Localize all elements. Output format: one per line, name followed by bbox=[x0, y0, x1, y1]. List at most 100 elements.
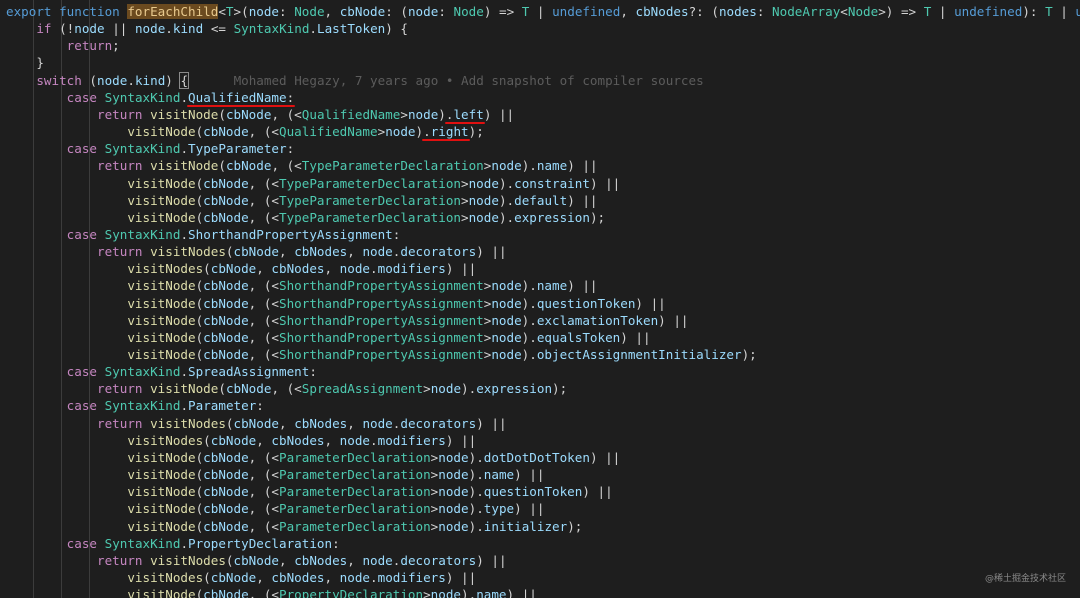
code-line[interactable]: return visitNodes(cbNode, cbNodes, node.… bbox=[6, 552, 507, 569]
code-token: visitNodes bbox=[127, 569, 204, 585]
code-token: , (< bbox=[248, 329, 280, 345]
code-token: ShorthandPropertyAssignment bbox=[279, 347, 484, 362]
code-line[interactable]: visitNode(cbNode, (<ShorthandPropertyAss… bbox=[6, 277, 597, 294]
code-token: Node bbox=[453, 4, 484, 19]
code-token: ) bbox=[165, 72, 181, 88]
code-line[interactable]: visitNodes(cbNode, cbNodes, node.modifie… bbox=[6, 260, 476, 277]
code-line[interactable]: visitNode(cbNode, (<TypeParameterDeclara… bbox=[6, 209, 605, 226]
code-line[interactable]: return visitNode(cbNode, (<QualifiedName… bbox=[6, 106, 514, 123]
code-token: . bbox=[127, 72, 135, 88]
code-line[interactable]: export function forEachChild<T>(node: No… bbox=[6, 3, 1080, 20]
code-token: | bbox=[529, 4, 553, 19]
code-token: ) || bbox=[514, 501, 545, 517]
code-token: ). bbox=[521, 158, 537, 174]
code-line[interactable]: case SyntaxKind.QualifiedName: bbox=[6, 89, 295, 106]
code-token: . bbox=[180, 535, 189, 551]
code-line[interactable]: case SyntaxKind.SpreadAssignment: bbox=[6, 363, 317, 380]
code-token: : bbox=[286, 141, 295, 157]
code-token: expression bbox=[514, 209, 590, 225]
code-token: ( bbox=[218, 381, 226, 397]
code-line[interactable]: case SyntaxKind.Parameter: bbox=[6, 397, 264, 414]
code-line[interactable]: visitNode(cbNode, (<ShorthandPropertyAss… bbox=[6, 329, 650, 346]
code-token: initializer bbox=[483, 518, 568, 534]
code-line[interactable]: visitNode(cbNode, (<TypeParameterDeclara… bbox=[6, 175, 620, 192]
code-token: ) || bbox=[514, 467, 545, 483]
code-token: SyntaxKind bbox=[104, 89, 181, 105]
code-line[interactable]: visitNode(cbNode, (<QualifiedName>node).… bbox=[6, 123, 483, 140]
code-token: visitNodes bbox=[127, 261, 204, 277]
code-token: node bbox=[74, 21, 105, 37]
code-token: node bbox=[438, 518, 469, 534]
code-token: node bbox=[248, 4, 280, 19]
code-line[interactable]: return visitNodes(cbNode, cbNodes, node.… bbox=[6, 415, 507, 432]
code-token: . bbox=[309, 21, 317, 37]
code-token: ). bbox=[461, 381, 477, 397]
code-token: ShorthandPropertyAssignment bbox=[188, 226, 393, 242]
code-line[interactable]: return; bbox=[6, 37, 120, 54]
code-line[interactable]: visitNode(cbNode, (<ShorthandPropertyAss… bbox=[6, 295, 666, 312]
code-token: : bbox=[438, 4, 454, 19]
code-token: , bbox=[279, 552, 295, 568]
code-token: , bbox=[347, 415, 363, 431]
code-line[interactable]: visitNode(cbNode, (<ParameterDeclaration… bbox=[6, 518, 582, 535]
code-token: return bbox=[97, 106, 143, 122]
code-token: name bbox=[536, 278, 568, 294]
code-line[interactable]: } bbox=[6, 54, 44, 71]
code-line[interactable]: visitNode(cbNode, (<PropertyDeclaration>… bbox=[6, 586, 537, 598]
code-token: node bbox=[430, 381, 462, 397]
code-token: return bbox=[97, 552, 143, 568]
code-token: node bbox=[491, 295, 522, 311]
code-token: dotDotDotToken bbox=[483, 449, 590, 465]
code-token: cbNode bbox=[225, 158, 272, 174]
code-line[interactable]: visitNode(cbNode, (<ParameterDeclaration… bbox=[6, 466, 544, 483]
code-line[interactable]: visitNode(cbNode, (<ParameterDeclaration… bbox=[6, 483, 612, 500]
code-line[interactable]: return visitNode(cbNode, (<TypeParameter… bbox=[6, 157, 598, 174]
code-line[interactable]: visitNode(cbNode, (<ShorthandPropertyAss… bbox=[6, 346, 756, 363]
code-token: TypeParameterDeclaration bbox=[279, 192, 461, 208]
code-token: visitNode bbox=[127, 175, 196, 191]
code-token: ( bbox=[225, 552, 234, 568]
code-token: { bbox=[179, 71, 190, 89]
code-token: objectAssignmentInitializer bbox=[536, 347, 742, 362]
code-token: visitNode bbox=[127, 587, 196, 598]
code-token: expression bbox=[476, 381, 553, 397]
code-token: ) || bbox=[567, 192, 598, 208]
code-line[interactable]: visitNode(cbNode, (<TypeParameterDeclara… bbox=[6, 192, 598, 209]
code-token: > bbox=[423, 587, 431, 598]
code-token: node bbox=[438, 501, 469, 517]
code-token: SyntaxKind bbox=[104, 226, 181, 242]
code-token: QualifiedName bbox=[188, 89, 287, 105]
code-line[interactable]: visitNodes(cbNode, cbNodes, node.modifie… bbox=[6, 569, 476, 586]
code-line[interactable]: return visitNode(cbNode, (<SpreadAssignm… bbox=[6, 380, 567, 397]
code-line[interactable]: case SyntaxKind.PropertyDeclaration: bbox=[6, 535, 340, 552]
code-line[interactable]: visitNode(cbNode, (<ParameterDeclaration… bbox=[6, 500, 544, 517]
code-line[interactable]: switch (node.kind) { Mohamed Hegazy, 7 y… bbox=[6, 71, 704, 89]
code-token: node bbox=[430, 587, 462, 598]
code-line[interactable]: case SyntaxKind.ShorthandPropertyAssignm… bbox=[6, 226, 401, 243]
code-line[interactable]: return visitNodes(cbNode, cbNodes, node.… bbox=[6, 243, 507, 260]
code-token: ). bbox=[521, 295, 537, 311]
code-line[interactable]: visitNodes(cbNode, cbNodes, node.modifie… bbox=[6, 432, 476, 449]
code-token: questionToken bbox=[536, 295, 636, 311]
code-token: , (< bbox=[248, 124, 280, 140]
code-line[interactable]: case SyntaxKind.TypeParameter: bbox=[6, 140, 295, 157]
code-token: , bbox=[324, 432, 340, 448]
code-token: node bbox=[362, 244, 393, 260]
code-token: visitNode bbox=[150, 381, 219, 397]
code-line[interactable]: visitNode(cbNode, (<ParameterDeclaration… bbox=[6, 449, 620, 466]
code-token: cbNode bbox=[225, 381, 272, 397]
code-editor[interactable]: export function forEachChild<T>(node: No… bbox=[0, 0, 1080, 598]
code-token: ) || bbox=[635, 295, 666, 311]
code-line[interactable]: visitNode(cbNode, (<ShorthandPropertyAss… bbox=[6, 312, 688, 329]
code-line[interactable]: if (!node || node.kind <= SyntaxKind.Las… bbox=[6, 20, 408, 37]
code-token: return bbox=[97, 158, 143, 174]
